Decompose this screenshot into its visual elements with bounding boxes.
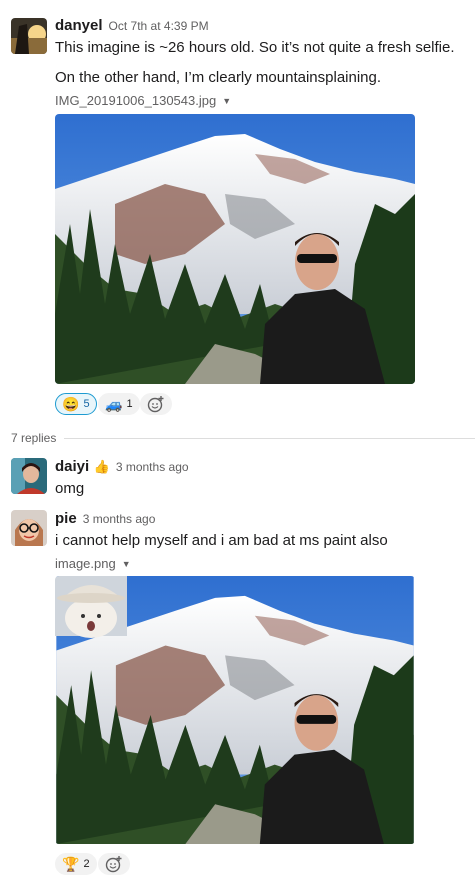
image-attachment[interactable] [55,114,415,384]
file-name[interactable]: image.png ▼ [55,556,131,571]
timestamp[interactable]: 3 months ago [83,512,156,526]
car-emoji-icon: 🚙 [105,395,123,412]
add-reaction-button[interactable] [98,853,130,875]
author-name[interactable]: daiyi [55,458,89,475]
add-reaction-icon [105,856,122,873]
reply-text: i cannot help myself and i am bad at ms … [55,532,388,549]
chevron-down-icon[interactable]: ▼ [222,96,231,106]
author-name[interactable]: danyel [55,17,103,34]
reaction-count: 2 [83,858,90,870]
smile-emoji-icon: 😄 [62,395,80,412]
trophy-emoji-icon: 🏆 [62,855,80,872]
reply-header: daiyi 👍 3 months ago [55,458,189,476]
add-reaction-icon [147,396,164,413]
file-name-label: IMG_20191006_130543.jpg [55,93,217,108]
reply-header: pie 3 months ago [55,510,155,528]
avatar-pie[interactable] [11,510,47,546]
message-header: danyel Oct 7th at 4:39 PM [55,17,209,35]
reply-text: omg [55,480,85,497]
author-name[interactable]: pie [55,510,77,527]
message-text-line: On the other hand, I’m clearly mountains… [55,69,382,86]
avatar-daiyi-image [11,458,47,494]
replies-count: 7 replies [11,431,65,445]
thumbs-up-icon: 👍 [93,459,110,474]
avatar-pie-image [11,510,47,546]
avatar-daiyi[interactable] [11,458,47,494]
file-name[interactable]: IMG_20191006_130543.jpg ▼ [55,93,231,108]
thread-divider [11,438,475,439]
photo-mountain-selfie [55,114,415,384]
message-text-line: This imagine is ~26 hours old. So it’s n… [55,39,455,56]
avatar-danyel[interactable] [11,18,47,54]
reaction-trophy[interactable]: 🏆 2 [55,853,97,875]
photo-edited-with-cat [55,576,415,844]
file-name-label: image.png [55,556,116,571]
add-reaction-button[interactable] [140,393,172,415]
image-attachment[interactable] [55,576,415,844]
timestamp[interactable]: Oct 7th at 4:39 PM [109,19,209,33]
cat-in-hat-sticker [55,576,127,638]
timestamp[interactable]: 3 months ago [116,460,189,474]
reaction-car[interactable]: 🚙 1 [98,393,140,415]
chevron-down-icon[interactable]: ▼ [122,559,131,569]
reaction-count: 5 [83,398,90,410]
reaction-count: 1 [126,398,133,410]
avatar-danyel-image [11,18,47,54]
reaction-smile[interactable]: 😄 5 [55,393,97,415]
